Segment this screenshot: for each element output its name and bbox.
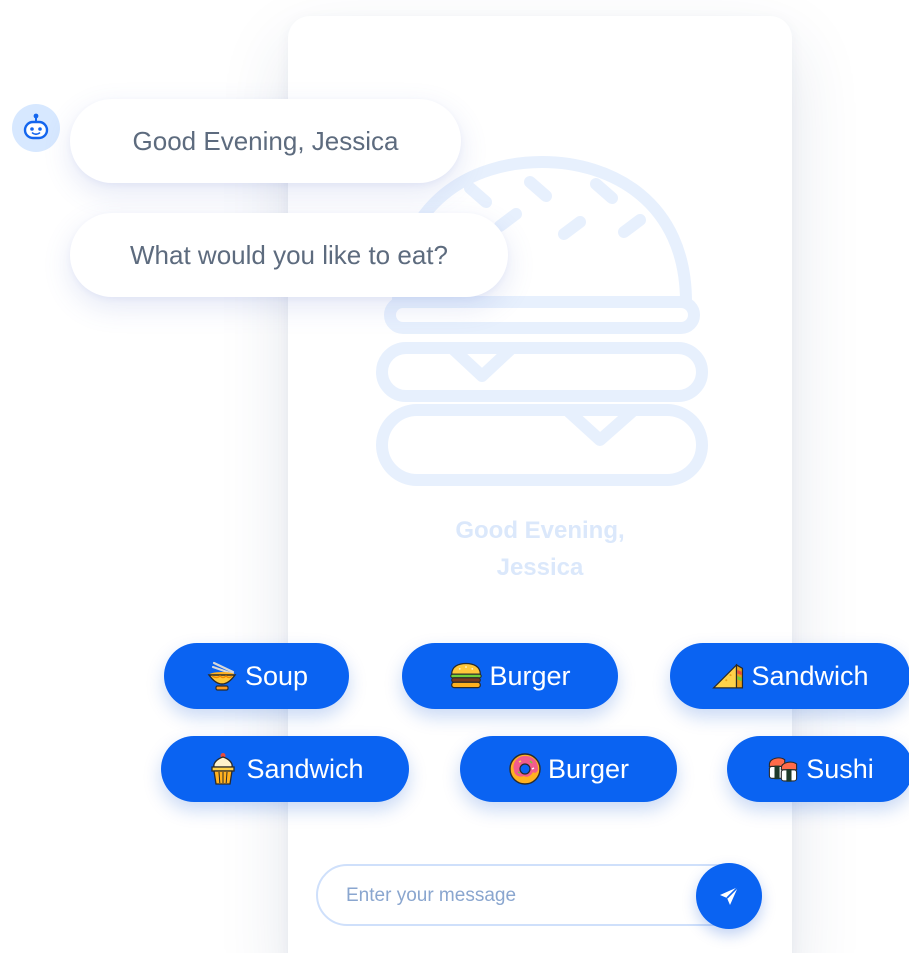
option-label: Sandwich — [246, 753, 364, 784]
option-burger-button[interactable]: Burger — [460, 736, 677, 802]
option-sushi-button[interactable]: Sushi — [727, 736, 909, 802]
robot-icon — [23, 113, 49, 140]
burger-illustration-icon — [376, 156, 708, 486]
option-sandwich-button[interactable]: Sandwich — [161, 736, 409, 802]
send-button[interactable] — [696, 863, 762, 929]
assistant-message: Good Evening, Jessica — [70, 99, 461, 183]
option-label: Soup — [244, 660, 309, 691]
option-sandwich-button[interactable]: Sandwich — [670, 643, 909, 709]
option-label: Sushi — [806, 753, 874, 784]
burger-icon — [449, 659, 483, 693]
watermark-line-1: Good Evening, — [455, 517, 625, 544]
cupcake-icon — [206, 752, 240, 786]
watermark-greeting: Good Evening, Jessica — [420, 512, 660, 586]
option-burger-button[interactable]: Burger — [402, 643, 618, 709]
option-label: Sandwich — [751, 660, 869, 691]
chat-screen: Good Evening, Jessica Good Evening, Jess… — [0, 0, 909, 953]
assistant-message: What would you like to eat? — [70, 213, 508, 297]
donut-icon — [508, 752, 542, 786]
noodle-bowl-icon — [205, 659, 239, 693]
assistant-message-text: What would you like to eat? — [130, 239, 448, 270]
option-label: Burger — [489, 660, 571, 691]
message-input[interactable] — [344, 866, 688, 926]
assistant-message-text: Good Evening, Jessica — [132, 125, 399, 156]
option-soup-button[interactable]: Soup — [164, 643, 349, 709]
bot-avatar — [12, 104, 60, 152]
send-icon — [720, 886, 739, 905]
option-label: Burger — [547, 753, 630, 784]
sushi-icon — [766, 752, 800, 786]
sandwich-icon — [711, 659, 745, 693]
watermark-line-2: Jessica — [496, 554, 584, 581]
